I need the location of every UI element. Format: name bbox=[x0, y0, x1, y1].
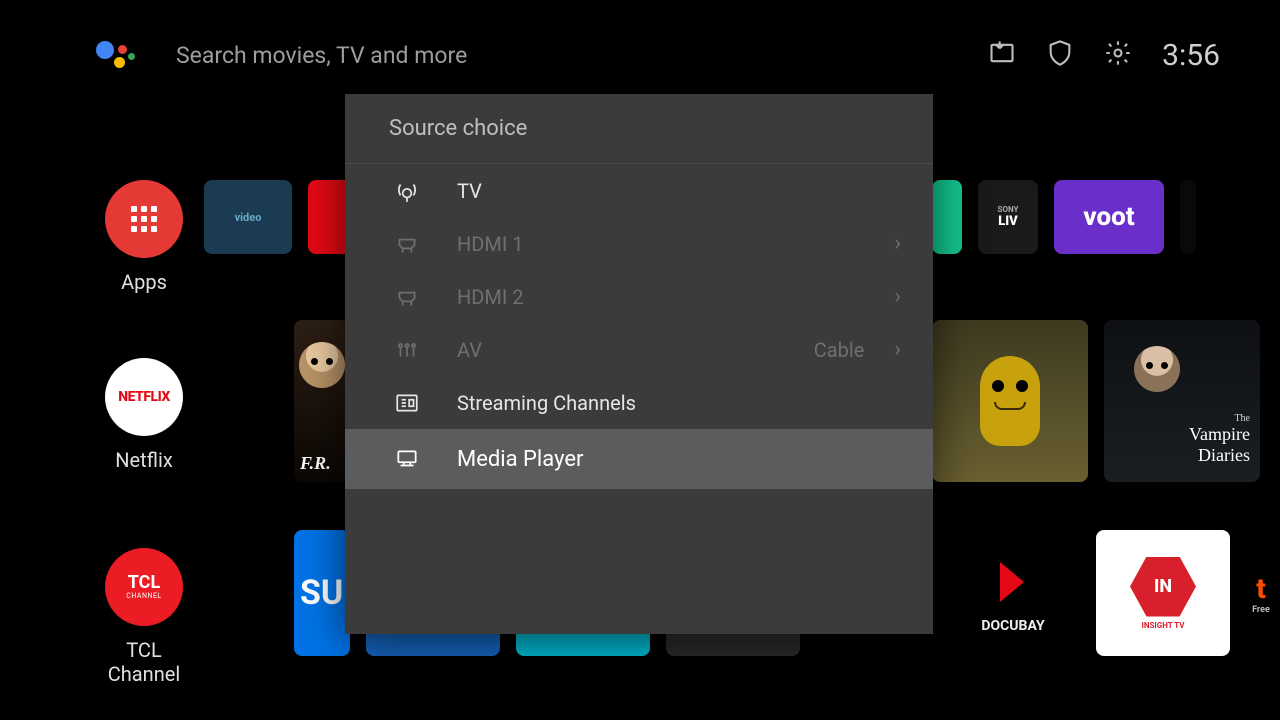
sidebar-item-label: Apps bbox=[96, 270, 192, 294]
chevron-right-icon: › bbox=[894, 284, 901, 309]
antenna-icon bbox=[393, 177, 421, 205]
hdmi-icon bbox=[393, 283, 421, 311]
app-tile-voot[interactable]: voot bbox=[1054, 180, 1164, 254]
source-item-hdmi1[interactable]: HDMI 1 › bbox=[345, 217, 933, 270]
source-choice-dialog: Source choice TV HDMI 1 › HDMI 2 › AV Ca… bbox=[345, 94, 933, 634]
sidebar-item-label: Netflix bbox=[96, 448, 192, 472]
content-tile-money-heist[interactable] bbox=[932, 320, 1088, 482]
content-tile-vampire-diaries[interactable]: The Vampire Diaries bbox=[1104, 320, 1260, 482]
app-tile[interactable] bbox=[1180, 180, 1196, 254]
channel-tile[interactable]: SU bbox=[294, 530, 350, 656]
source-item-label: Media Player bbox=[457, 447, 583, 472]
search-input[interactable]: Search movies, TV and more bbox=[176, 42, 467, 69]
source-item-label: TV bbox=[457, 179, 482, 203]
chevron-right-icon: › bbox=[894, 337, 901, 362]
content-row: F.R. bbox=[294, 320, 350, 482]
channel-tile-insight[interactable]: IN INSIGHT TV bbox=[1096, 530, 1230, 656]
shield-icon[interactable] bbox=[1046, 39, 1074, 71]
insight-icon: IN bbox=[1130, 557, 1196, 617]
av-icon bbox=[393, 336, 421, 364]
source-item-label: Streaming Channels bbox=[457, 391, 636, 415]
clock: 3:56 bbox=[1162, 38, 1220, 73]
source-item-label: HDMI 1 bbox=[457, 232, 524, 256]
source-item-hdmi2[interactable]: HDMI 2 › bbox=[345, 270, 933, 323]
apps-row-right: SONY LIV voot bbox=[932, 180, 1196, 254]
source-item-av[interactable]: AV Cable › bbox=[345, 323, 933, 376]
sidebar-item-apps[interactable]: Apps bbox=[96, 180, 192, 294]
app-tile[interactable] bbox=[932, 180, 962, 254]
channel-tile[interactable]: t Free bbox=[1246, 530, 1276, 656]
source-item-tv[interactable]: TV bbox=[345, 164, 933, 217]
sidebar-item-tcl-channel[interactable]: TCLCHANNEL TCL Channel bbox=[96, 548, 192, 686]
app-tile-sonyliv[interactable]: SONY LIV bbox=[978, 180, 1038, 254]
dialog-title: Source choice bbox=[345, 94, 933, 164]
content-tile[interactable]: F.R. bbox=[294, 320, 350, 482]
app-tile[interactable]: video bbox=[204, 180, 292, 254]
sidebar-item-netflix[interactable]: NETFLIX Netflix bbox=[96, 358, 192, 472]
source-item-streaming-channels[interactable]: Streaming Channels bbox=[345, 376, 933, 429]
hdmi-icon bbox=[393, 230, 421, 258]
chevron-right-icon: › bbox=[894, 231, 901, 256]
channels-icon bbox=[393, 389, 421, 417]
channel-row-right: DOCUBAY IN INSIGHT TV t Free bbox=[946, 530, 1276, 656]
sidebar-item-label: TCL Channel bbox=[96, 638, 192, 686]
input-source-icon[interactable] bbox=[988, 39, 1016, 71]
source-item-label: AV bbox=[457, 338, 482, 362]
media-player-icon bbox=[393, 445, 421, 473]
docubay-icon bbox=[992, 552, 1034, 612]
channel-tile-docubay[interactable]: DOCUBAY bbox=[946, 530, 1080, 656]
source-item-label: HDMI 2 bbox=[457, 285, 524, 309]
source-item-value: Cable bbox=[814, 338, 865, 362]
assistant-icon[interactable] bbox=[90, 35, 140, 75]
source-item-media-player[interactable]: Media Player bbox=[345, 429, 933, 489]
gear-icon[interactable] bbox=[1104, 39, 1132, 71]
content-row-right: The Vampire Diaries bbox=[932, 320, 1260, 482]
